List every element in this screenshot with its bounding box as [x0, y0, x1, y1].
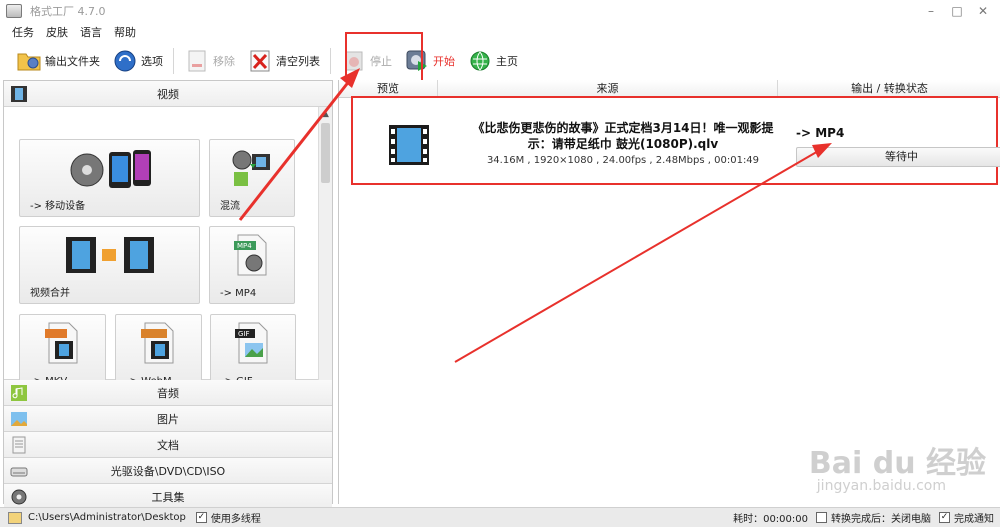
shutdown-label: 转换完成后：关闭电脑 — [831, 514, 931, 525]
arrow-head — [812, 143, 832, 158]
arrow-to-status — [454, 149, 821, 363]
watermark-logo: Bai du 经验 — [808, 446, 986, 481]
notify-label: 完成通知 — [954, 514, 994, 525]
multithread-checkbox[interactable]: ✓ — [195, 512, 207, 523]
format-factory-window: 格式工厂 4.7.0 – □ ✕ 任务 皮肤 语言 帮助 输出文件夹 选项 移除… — [0, 0, 1000, 527]
shutdown-checkbox[interactable] — [816, 512, 827, 523]
arrow-to-start — [238, 79, 352, 221]
elapsed-time: 耗时：00:00:00 — [733, 514, 808, 525]
folder-icon[interactable] — [8, 511, 22, 524]
watermark-url: jingyan.baidu.com — [816, 478, 946, 494]
notify-checkbox[interactable]: ✓ — [939, 512, 950, 523]
multithread-label: 使用多线程 — [210, 514, 261, 525]
status-bar: C:\Users\Administrator\Desktop ✓ 使用多线程 耗… — [0, 507, 1000, 527]
output-path: C:\Users\Administrator\Desktop — [28, 512, 186, 523]
arrow-head — [340, 68, 360, 88]
